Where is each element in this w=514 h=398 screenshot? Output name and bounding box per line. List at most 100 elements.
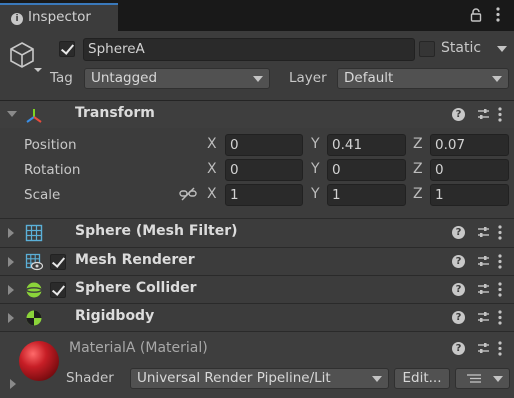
constrain-proportions-icon[interactable] [179,187,197,201]
mesh-filter-icon [25,224,43,242]
header-actions: ? [434,248,514,276]
shader-label: Shader [66,370,114,386]
help-icon[interactable]: ? [452,283,465,296]
scale-y-axis[interactable]: Y [311,186,320,202]
material-section: MaterialA (Material) Shader Universal Re… [0,331,514,398]
active-checkbox[interactable] [59,41,75,57]
position-z-axis[interactable]: Z [413,136,423,152]
gameobject-icon[interactable] [8,40,44,76]
kebab-menu-icon[interactable] [498,107,502,122]
kebab-menu-icon[interactable] [496,7,500,22]
position-x-axis[interactable]: X [207,136,217,152]
foldout-arrow-icon[interactable] [7,111,17,117]
chevron-down-icon [253,76,263,82]
object-name-input[interactable]: SphereA [83,38,415,61]
presets-icon[interactable] [477,283,490,296]
scale-x-axis[interactable]: X [207,186,217,202]
mesh-renderer-enabled-checkbox[interactable] [50,254,66,270]
presets-icon[interactable] [477,108,490,121]
scale-label: Scale [24,187,61,203]
rigidbody-title: Rigidbody [75,308,155,324]
shader-dropdown[interactable]: Universal Render Pipeline/Lit [130,368,389,389]
rigidbody-icon [25,309,43,327]
transform-header[interactable]: Transform ? [0,100,514,128]
sphere-collider-title: Sphere Collider [75,280,197,296]
position-z-input[interactable]: 0.07 [430,134,509,156]
kebab-menu-icon[interactable] [498,225,502,240]
sphere-collider-enabled-checkbox[interactable] [50,282,66,298]
mesh-filter-title: Sphere (Mesh Filter) [75,223,238,239]
tag-value: Untagged [91,70,158,86]
help-icon[interactable]: ? [452,342,465,355]
scale-z-input[interactable]: 1 [430,184,509,206]
tab-bar: i Inspector [0,0,514,31]
presets-icon[interactable] [477,255,490,268]
shader-value: Universal Render Pipeline/Lit [137,370,331,386]
tag-dropdown[interactable]: Untagged [84,68,270,89]
rotation-y-input[interactable]: 0 [327,159,406,181]
layer-label: Layer [289,70,327,86]
layer-value: Default [344,70,394,86]
info-icon: i [11,13,23,25]
rigidbody-header[interactable]: Rigidbody ? [0,303,514,331]
sphere-collider-header[interactable]: Sphere Collider ? [0,275,514,303]
transform-icon [25,107,43,125]
shader-edit-button[interactable]: Edit... [394,368,450,389]
help-icon[interactable]: ? [452,226,465,239]
layer-dropdown[interactable]: Default [337,68,509,89]
header-actions: ? [434,101,514,129]
kebab-menu-icon[interactable] [498,310,502,325]
position-y-axis[interactable]: Y [311,136,320,152]
lock-icon[interactable] [470,8,482,22]
position-label: Position [24,137,77,153]
scale-y-input[interactable]: 1 [327,184,406,206]
foldout-arrow-icon[interactable] [8,285,14,295]
tag-label: Tag [50,70,73,86]
chevron-down-icon [493,376,503,382]
rotation-x-axis[interactable]: X [207,161,217,177]
foldout-arrow-icon[interactable] [8,313,14,323]
mesh-renderer-header[interactable]: Mesh Renderer ? [0,247,514,275]
chevron-down-icon [372,376,382,382]
static-checkbox[interactable] [419,41,435,57]
material-header-actions: ? [434,335,514,363]
rotation-z-axis[interactable]: Z [413,161,423,177]
static-label: Static [441,40,482,56]
scale-z-axis[interactable]: Z [413,186,423,202]
kebab-menu-icon[interactable] [498,282,502,297]
rotation-z-input[interactable]: 0 [430,159,509,181]
shader-edit-label: Edit... [402,370,442,386]
shader-options-dropdown[interactable] [455,368,510,389]
position-x-input[interactable]: 0 [225,134,303,156]
static-dropdown-icon[interactable] [497,46,507,52]
mesh-renderer-icon [25,253,43,271]
transform-title: Transform [75,105,155,121]
position-y-input[interactable]: 0.41 [327,134,406,156]
kebab-menu-icon[interactable] [498,341,502,356]
material-name: MaterialA (Material) [69,340,208,356]
scale-x-input[interactable]: 1 [225,184,303,206]
presets-icon[interactable] [477,226,490,239]
tab-inspector-label: Inspector [28,9,91,25]
material-preview[interactable] [19,341,59,381]
rotation-y-axis[interactable]: Y [311,161,320,177]
foldout-arrow-icon[interactable] [8,228,14,238]
presets-icon[interactable] [477,342,490,355]
foldout-arrow-icon[interactable] [10,379,16,389]
help-icon[interactable]: ? [452,311,465,324]
mesh-renderer-title: Mesh Renderer [75,252,195,268]
kebab-menu-icon[interactable] [498,254,502,269]
rotation-label: Rotation [24,162,81,178]
header-actions: ? [434,304,514,332]
list-icon [467,373,481,384]
presets-icon[interactable] [477,311,490,324]
sphere-collider-icon [25,281,43,299]
help-icon[interactable]: ? [452,255,465,268]
rotation-x-input[interactable]: 0 [225,159,303,181]
chevron-down-icon [492,76,502,82]
mesh-filter-header[interactable]: Sphere (Mesh Filter) ? [0,218,514,246]
tab-inspector[interactable]: i Inspector [0,3,118,31]
foldout-arrow-icon[interactable] [8,257,14,267]
help-icon[interactable]: ? [452,108,465,121]
header-actions: ? [434,219,514,247]
